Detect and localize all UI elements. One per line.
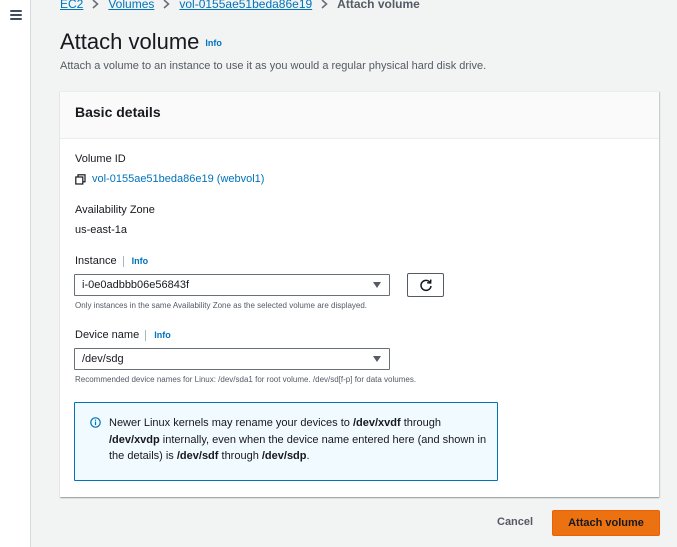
label-divider (122, 255, 124, 267)
volume-id-value[interactable]: vol-0155ae51beda86e19 (webvol1) (75, 173, 264, 185)
volume-id-text[interactable]: vol-0155ae51beda86e19 (webvol1) (92, 173, 264, 185)
instance-hint: Only instances in the same Availability … (75, 301, 368, 310)
info-alert: Newer Linux kernels may rename your devi… (74, 402, 498, 481)
alert-text-part: through (400, 417, 442, 429)
device-name-info-link[interactable]: Info (154, 330, 171, 340)
attach-volume-button[interactable]: Attach volume (552, 510, 660, 536)
alert-device-path: /dev/xvdp (109, 433, 160, 446)
info-circle-icon (90, 417, 101, 428)
breadcrumb: EC2 Volumes vol-0155ae51beda86e19 Attach… (60, 0, 420, 12)
volume-id-label: Volume ID (75, 153, 126, 165)
panel-header: Basic details (60, 92, 659, 139)
device-name-label-row: Device name Info (75, 329, 171, 341)
availability-zone-label: Availability Zone (75, 204, 155, 216)
alert-text-part: Newer Linux kernels may rename your devi… (109, 417, 353, 429)
chevron-right-icon (92, 0, 100, 9)
cancel-button[interactable]: Cancel (497, 516, 533, 528)
menu-icon[interactable] (10, 10, 22, 20)
breadcrumb-ec2[interactable]: EC2 (60, 0, 83, 12)
refresh-icon (419, 279, 432, 292)
device-name-label: Device name (75, 329, 140, 341)
instance-label: Instance (75, 255, 117, 267)
chevron-right-icon (321, 0, 328, 9)
copy-icon[interactable] (75, 173, 86, 185)
breadcrumb-current: Attach volume (337, 0, 420, 11)
alert-message: Newer Linux kernels may rename your devi… (109, 415, 489, 465)
label-divider (145, 329, 147, 341)
refresh-instances-button[interactable] (407, 273, 444, 297)
panel-title: Basic details (75, 104, 161, 120)
availability-zone-value: us-east-1a (75, 224, 127, 236)
alert-text-part: . (306, 450, 310, 462)
instance-select[interactable]: i-0e0adbbb06e56843f (74, 274, 390, 296)
basic-details-panel: Basic details Volume ID vol-0155ae51beda… (60, 91, 659, 497)
device-name-hint: Recommended device names for Linux: /dev… (75, 375, 417, 384)
chevron-right-icon (163, 0, 171, 9)
alert-device-path: /dev/sdf (176, 450, 219, 462)
alert-text-part: through (218, 450, 262, 462)
instance-label-row: Instance Info (75, 255, 148, 267)
caret-down-icon (373, 356, 381, 362)
instance-select-value: i-0e0adbbb06e56843f (82, 279, 190, 291)
alert-device-path: /dev/xvdf (352, 417, 401, 429)
page-description: Attach a volume to an instance to use it… (60, 60, 487, 72)
breadcrumb-volume-id[interactable]: vol-0155ae51beda86e19 (179, 0, 312, 12)
page-title-row: Attach volume Info (60, 28, 222, 60)
main-content: EC2 Volumes vol-0155ae51beda86e19 Attach… (31, 0, 677, 547)
caret-down-icon (373, 282, 381, 288)
breadcrumb-volumes[interactable]: Volumes (108, 0, 154, 12)
device-name-select-value: /dev/sdg (82, 353, 124, 365)
instance-info-link[interactable]: Info (132, 256, 149, 266)
alert-device-path: /dev/sdp (261, 450, 307, 462)
page-info-link[interactable]: Info (205, 29, 222, 57)
side-navigation-rail (0, 0, 31, 547)
device-name-select[interactable]: /dev/sdg (74, 348, 390, 370)
page-title: Attach volume (60, 29, 200, 54)
